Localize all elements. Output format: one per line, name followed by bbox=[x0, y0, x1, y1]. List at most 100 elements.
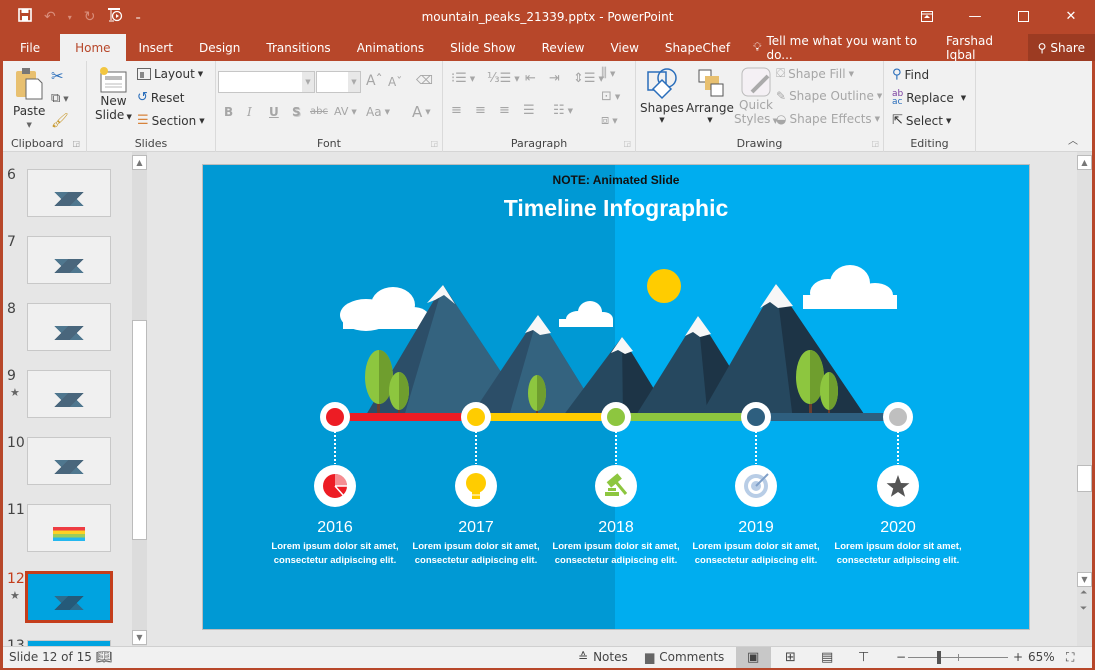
underline-button[interactable]: U bbox=[269, 105, 279, 119]
increase-font-size-button[interactable]: Aˆ bbox=[366, 73, 383, 89]
strikethrough-button[interactable]: abc bbox=[310, 106, 328, 117]
shape-outline-button[interactable]: ✎ Shape Outline ▼ bbox=[776, 89, 882, 103]
numbering-button[interactable]: ⅓☰ ▼ bbox=[487, 71, 520, 86]
bullets-button[interactable]: ⁝☰ ▼ bbox=[451, 71, 475, 86]
tab-view[interactable]: View bbox=[597, 34, 651, 61]
center-button[interactable]: ≡ bbox=[475, 103, 486, 118]
align-left-button[interactable]: ≡ bbox=[451, 103, 462, 118]
zoom-level[interactable]: 65% bbox=[1028, 650, 1055, 664]
notes-button[interactable]: ≙ Notes bbox=[578, 650, 628, 664]
milestone[interactable]: 2020 Lorem ipsum dolor sit amet, consect… bbox=[823, 519, 973, 567]
scroll-down-icon[interactable]: ▼ bbox=[132, 630, 147, 645]
shape-fill-button[interactable]: ⛋ Shape Fill ▼ bbox=[776, 66, 854, 81]
font-launcher-icon[interactable]: ◲ bbox=[430, 139, 438, 148]
tell-me-box[interactable]: 💡︎ Tell me what you want to do... bbox=[743, 34, 936, 62]
spell-check-icon[interactable]: 📖︎ bbox=[96, 650, 113, 665]
decrease-font-size-button[interactable]: Aˇ bbox=[388, 75, 402, 89]
share-button[interactable]: ⚲ Share bbox=[1027, 34, 1095, 61]
align-right-button[interactable]: ≡ bbox=[499, 103, 510, 118]
tab-design[interactable]: Design bbox=[186, 34, 253, 61]
shapes-button[interactable]: Shapes ▼ bbox=[640, 66, 684, 124]
reset-button[interactable]: ↺ Reset bbox=[137, 90, 184, 105]
reading-view-button[interactable]: ▤ bbox=[821, 650, 833, 665]
copy-button[interactable]: ⧉ ▼ bbox=[51, 91, 69, 106]
smartart-button[interactable]: ⧈ ▼ bbox=[601, 113, 618, 128]
change-case-button[interactable]: Aa ▼ bbox=[366, 105, 390, 119]
collapse-ribbon-icon[interactable]: ︿ bbox=[1068, 132, 1078, 147]
format-painter-button[interactable]: 🖌︎ bbox=[51, 113, 69, 129]
thumbnail-scrollbar[interactable]: ▲ ▼ bbox=[132, 152, 147, 646]
section-button[interactable]: ☰ Section ▼ bbox=[137, 113, 205, 128]
slide-show-button[interactable]: ⊤ bbox=[858, 650, 869, 665]
next-slide-icon[interactable]: ⏷ bbox=[1080, 604, 1087, 614]
slide-thumbnail[interactable] bbox=[27, 370, 111, 418]
scroll-up-icon[interactable]: ▲ bbox=[132, 155, 147, 170]
slide-thumbnail[interactable] bbox=[27, 437, 111, 485]
cut-button[interactable]: ✂ bbox=[51, 67, 64, 85]
drawing-launcher-icon[interactable]: ◲ bbox=[871, 139, 879, 148]
font-size-box[interactable]: ▼ bbox=[316, 71, 361, 93]
slide-thumbnail[interactable] bbox=[27, 236, 111, 284]
slide-note[interactable]: NOTE: Animated Slide bbox=[203, 173, 1029, 187]
zoom-slider[interactable] bbox=[908, 651, 1008, 664]
text-direction-button[interactable]: ⫼ ▼ bbox=[601, 66, 615, 81]
character-spacing-button[interactable]: AV ▼ bbox=[334, 105, 357, 118]
slide-title[interactable]: Timeline Infographic bbox=[203, 195, 1029, 222]
zoom-in-button[interactable]: + bbox=[1013, 650, 1023, 664]
slide-scroll-thumb[interactable] bbox=[1077, 465, 1092, 492]
bold-button[interactable]: B bbox=[224, 105, 233, 119]
tab-shapechef[interactable]: ShapeChef bbox=[652, 34, 743, 61]
increase-indent-button[interactable]: ⇥ bbox=[549, 71, 560, 86]
milestone[interactable]: 2018 Lorem ipsum dolor sit amet, consect… bbox=[541, 519, 691, 567]
tab-animations[interactable]: Animations bbox=[344, 34, 437, 61]
replace-button[interactable]: ab ac Replace ▼ bbox=[892, 90, 966, 107]
tab-review[interactable]: Review bbox=[529, 34, 598, 61]
close-icon[interactable]: ✕ bbox=[1047, 0, 1095, 32]
slide-thumbnail[interactable] bbox=[27, 504, 111, 552]
tab-slide-show[interactable]: Slide Show bbox=[437, 34, 528, 61]
tab-home[interactable]: Home bbox=[60, 34, 126, 61]
comments-button[interactable]: ▆ Comments bbox=[645, 650, 724, 664]
find-button[interactable]: ⚲ Find bbox=[892, 67, 929, 82]
slide-thumbnail[interactable] bbox=[27, 303, 111, 351]
maximize-icon[interactable] bbox=[999, 0, 1047, 32]
slide-canvas[interactable]: NOTE: Animated Slide Timeline Infographi… bbox=[202, 164, 1030, 630]
scroll-down-icon[interactable]: ▼ bbox=[1077, 572, 1092, 587]
line-spacing-button[interactable]: ⇕☰ ▼ bbox=[573, 71, 604, 86]
minimize-icon[interactable]: — bbox=[951, 0, 999, 32]
font-name-box[interactable]: ▼ bbox=[218, 71, 315, 93]
milestone[interactable]: 2019 Lorem ipsum dolor sit amet, consect… bbox=[681, 519, 831, 567]
previous-slide-icon[interactable]: ⏶ bbox=[1080, 588, 1087, 598]
thumbnail-scroll-thumb[interactable] bbox=[132, 320, 147, 540]
shape-effects-button[interactable]: ◒ Shape Effects ▼ bbox=[776, 112, 880, 126]
clear-formatting-icon[interactable]: ⌫ bbox=[416, 73, 433, 87]
clipboard-launcher-icon[interactable]: ◲ bbox=[72, 139, 80, 148]
tab-transitions[interactable]: Transitions bbox=[253, 34, 343, 61]
shadow-button[interactable]: S bbox=[292, 105, 301, 119]
user-name[interactable]: Farshad Iqbal bbox=[936, 34, 1028, 62]
slide-sorter-button[interactable]: ⊞ bbox=[785, 650, 796, 665]
columns-button[interactable]: ☷ ▼ bbox=[553, 103, 573, 118]
fit-to-window-icon[interactable]: ⛶ bbox=[1066, 650, 1074, 665]
select-button[interactable]: ⇱ Select ▼ bbox=[892, 113, 951, 128]
normal-view-button[interactable]: ▣ bbox=[736, 647, 771, 668]
zoom-slider-thumb[interactable] bbox=[936, 651, 941, 664]
slide-thumbnail[interactable] bbox=[27, 169, 111, 217]
ribbon-display-options-icon[interactable] bbox=[903, 0, 951, 32]
font-color-button[interactable]: A ▼ bbox=[412, 103, 431, 121]
decrease-indent-button[interactable]: ⇤ bbox=[525, 71, 536, 86]
scroll-up-icon[interactable]: ▲ bbox=[1077, 155, 1092, 170]
paste-button[interactable]: Paste ▼ bbox=[13, 67, 45, 129]
quick-styles-button[interactable]: Quick Styles ▼ bbox=[734, 66, 778, 126]
paragraph-launcher-icon[interactable]: ◲ bbox=[623, 139, 631, 148]
milestone[interactable]: 2016 Lorem ipsum dolor sit amet, consect… bbox=[260, 519, 410, 567]
italic-button[interactable]: I bbox=[247, 105, 252, 119]
new-slide-button[interactable]: New Slide ▼ bbox=[95, 66, 132, 122]
tab-insert[interactable]: Insert bbox=[126, 34, 186, 61]
arrange-button[interactable]: Arrange ▼ bbox=[686, 66, 734, 124]
slide-thumbnail[interactable] bbox=[25, 571, 113, 623]
align-text-button[interactable]: ⊡ ▼ bbox=[601, 89, 620, 104]
zoom-out-button[interactable]: − bbox=[896, 650, 906, 664]
milestone[interactable]: 2017 Lorem ipsum dolor sit amet, consect… bbox=[401, 519, 551, 567]
slide-scrollbar[interactable]: ▲ ▼ ⏶ ⏷ bbox=[1077, 152, 1092, 646]
